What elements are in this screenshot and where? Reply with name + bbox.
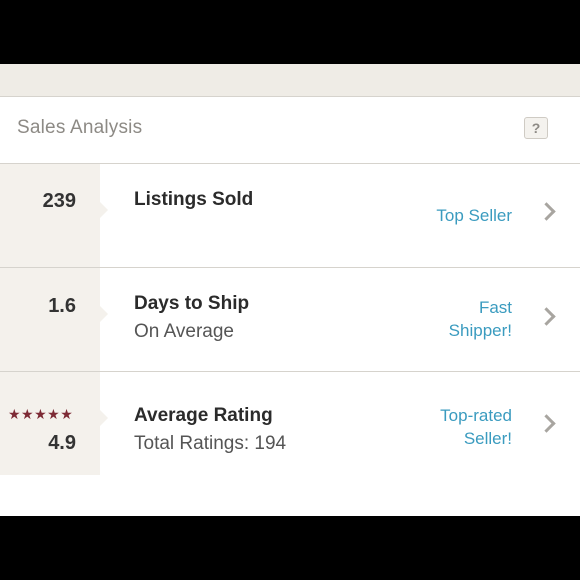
top-rated-seller-badge[interactable]: Top-rated Seller! — [440, 404, 512, 450]
row-listings-sold[interactable]: 239 Listings Sold Top Seller — [0, 164, 580, 268]
total-ratings-subtitle: Total Ratings: 194 — [134, 433, 287, 454]
metric-cell: 1.6 — [0, 268, 100, 371]
days-to-ship-value: 1.6 — [48, 295, 76, 317]
metric-notch — [100, 306, 108, 322]
metric-cell: 239 — [0, 164, 100, 267]
days-to-ship-subtitle: On Average — [134, 321, 235, 342]
top-seller-badge[interactable]: Top Seller — [436, 204, 512, 227]
days-to-ship-title: Days to Ship — [134, 293, 250, 314]
metric-notch — [100, 410, 108, 426]
average-rating-value: 4.9 — [48, 432, 76, 454]
listings-sold-value: 239 — [42, 190, 76, 212]
chevron-right-icon[interactable] — [537, 202, 556, 221]
question-icon: ? — [531, 120, 541, 136]
star-rating: ★★★★★ — [8, 406, 74, 422]
listings-sold-title: Listings Sold — [134, 189, 254, 210]
chevron-right-icon[interactable] — [537, 307, 556, 326]
metric-cell: ★★★★★ 4.9 — [0, 372, 100, 475]
average-rating-title: Average Rating — [134, 405, 273, 426]
screen: Sales Analysis ? 239 Listings Sold Top S… — [0, 64, 580, 546]
help-button[interactable]: ? — [524, 117, 548, 139]
panel-header: Sales Analysis ? — [0, 97, 580, 164]
bottom-letterbox — [0, 516, 580, 580]
sales-analysis-panel: Sales Analysis ? 239 Listings Sold Top S… — [0, 96, 580, 546]
row-average-rating[interactable]: ★★★★★ 4.9 Average Rating Total Ratings: … — [0, 372, 580, 475]
fast-shipper-badge[interactable]: Fast Shipper! — [449, 296, 512, 342]
top-letterbox — [0, 0, 580, 64]
chevron-right-icon[interactable] — [537, 414, 556, 433]
metric-notch — [100, 202, 108, 218]
panel-title: Sales Analysis — [17, 117, 143, 138]
row-days-to-ship[interactable]: 1.6 Days to Ship On Average Fast Shipper… — [0, 268, 580, 372]
